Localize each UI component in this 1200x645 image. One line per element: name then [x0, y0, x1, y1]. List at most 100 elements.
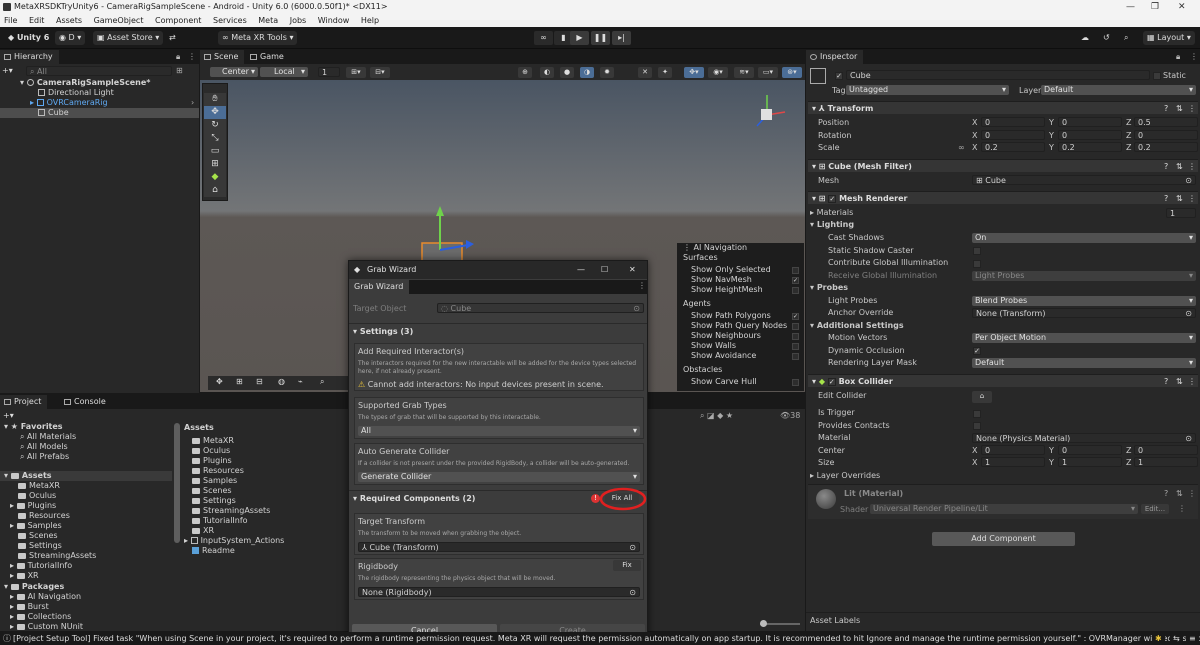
account-dropdown[interactable]: ◉ D ▾ [55, 31, 86, 45]
zoom-slider-thumb[interactable] [760, 620, 767, 627]
dialog-more-icon[interactable]: ⋮ [638, 281, 646, 290]
menu-help[interactable]: Help [361, 16, 379, 25]
component-help-icon[interactable]: ? [1164, 102, 1168, 115]
status-bar[interactable]: ⓘ [Project Setup Tool] Fixed task "When … [0, 632, 1200, 645]
meta-xr-tools-button[interactable]: ∞ Meta XR Tools ▾ [218, 31, 298, 45]
nav-show-neighbours-checkbox[interactable] [792, 333, 799, 340]
box-collider-header[interactable]: ▾ ◆ ✓ Box Collider? ⇅ ⋮ [808, 374, 1198, 387]
favorites-header[interactable]: ▾ ★ Favorites [4, 422, 63, 432]
hand-tool-icon[interactable]: ✋︎ [204, 93, 226, 106]
dialog-close-icon[interactable]: ✕ [629, 261, 636, 279]
overlay-move-icon[interactable]: ✥ [216, 377, 223, 386]
create-asset-button[interactable]: +▾ [3, 411, 14, 420]
physics-material-field[interactable]: None (Physics Material) ⊙ [972, 433, 1196, 443]
nav-show-navmesh-checkbox[interactable]: ✓ [792, 277, 799, 284]
component-menu-icon[interactable]: ⋮ [1188, 102, 1196, 115]
inspector-menu-icon[interactable]: ⋮ [1190, 52, 1198, 61]
box-collider-enabled-checkbox[interactable]: ✓ [827, 377, 836, 386]
overlay-orbit-icon[interactable]: ◍ [278, 377, 285, 386]
asset-store-button[interactable]: ▣ Asset Store ▾ [93, 31, 164, 45]
position-z-field[interactable]: 0.5 [1134, 117, 1198, 127]
object-picker-icon[interactable]: ⊙ [633, 304, 640, 314]
required-components-header[interactable]: ▾ Required Components (2) [353, 494, 475, 503]
inspector-lock-icon[interactable]: 🔒︎ [1176, 52, 1180, 62]
tree-folder-scenes[interactable]: Scenes [18, 531, 58, 541]
contribute-gi-checkbox[interactable] [973, 259, 981, 268]
light-probes-dropdown[interactable]: Blend Probes [972, 296, 1196, 306]
asset-folder-xr[interactable]: XR [192, 526, 214, 536]
move-tool-icon[interactable]: ✥ [204, 106, 226, 119]
layout-dropdown[interactable]: ▦ Layout ▾ [1143, 31, 1195, 45]
component-help-icon[interactable]: ? [1164, 160, 1168, 173]
tree-folder-tutorialinfo[interactable]: ▸ TutorialInfo [10, 561, 72, 571]
position-y-field[interactable]: 0 [1058, 117, 1122, 127]
settings-header[interactable]: ▾ Settings (3) [353, 327, 413, 336]
grid-snap-icon[interactable]: ⊞▾ [346, 67, 366, 78]
object-picker-icon[interactable]: ⊙ [629, 543, 636, 553]
effects-icon[interactable]: ✹ [600, 67, 614, 78]
more-menu-icon[interactable]: ⋮ [188, 52, 196, 61]
asset-inputsystem-actions[interactable]: ▸ InputSystem_Actions [184, 536, 284, 546]
component-preset-icon[interactable]: ⇅ [1176, 160, 1183, 173]
center-y-field[interactable]: 0 [1058, 445, 1122, 455]
scale-z-field[interactable]: 0.2 [1134, 142, 1198, 152]
tree-folder-plugins[interactable]: ▸ Plugins [10, 501, 56, 511]
asset-folder-samples[interactable]: Samples [192, 476, 237, 486]
tab-scene[interactable]: Scene [200, 50, 245, 64]
unity-account-button[interactable]: ◆ Unity 6 [4, 31, 53, 45]
overlay-grid-icon[interactable]: ⊞ [236, 377, 243, 386]
bug-icon[interactable]: ✱ [1152, 632, 1165, 645]
hidden-packages-count[interactable]: 👁︎38 [780, 411, 800, 420]
layers-icon[interactable]: ≋▾ [734, 67, 754, 78]
scale-x-field[interactable]: 0.2 [981, 142, 1045, 152]
center-icon[interactable]: ⊕ [518, 67, 532, 78]
rotation-z-field[interactable]: 0 [1134, 130, 1198, 140]
tab-game[interactable]: Game [246, 50, 290, 64]
asset-folder-oculus[interactable]: Oculus [192, 446, 230, 456]
assets-breadcrumb[interactable]: Assets [184, 423, 214, 433]
size-x-field[interactable]: 1 [981, 457, 1045, 467]
scale-y-field[interactable]: 0.2 [1058, 142, 1122, 152]
tree-scrollbar[interactable] [174, 423, 180, 543]
nav-show-heightmesh-checkbox[interactable] [792, 287, 799, 294]
grab-types-dropdown[interactable]: All [358, 426, 640, 436]
asset-readme[interactable]: Readme [192, 546, 235, 556]
mesh-field[interactable]: ⊞ Cube ⊙ [972, 175, 1196, 185]
cloud-icon[interactable]: ☁ [1077, 31, 1093, 45]
nav-show-path-query-nodes-checkbox[interactable] [792, 323, 799, 330]
tab-inspector[interactable]: Inspector [806, 50, 864, 64]
tab-console[interactable]: Console [60, 395, 112, 409]
tab-hierarchy[interactable]: Hierarchy [0, 50, 59, 64]
custom-tool-icon[interactable]: ◆ [204, 171, 226, 184]
tag-dropdown[interactable]: Untagged [846, 85, 1009, 95]
mesh-filter-header[interactable]: ▾ ⊞ Cube (Mesh Filter)? ⇅ ⋮ [808, 159, 1198, 172]
add-component-button[interactable]: Add Component [932, 532, 1075, 546]
lock-icon[interactable]: 🔒︎ [176, 52, 180, 62]
menu-services[interactable]: Services [213, 16, 247, 25]
shaded-icon[interactable]: ◐ [540, 67, 554, 78]
center-x-field[interactable]: 0 [981, 445, 1045, 455]
search-by-type-icon[interactable]: ⌕ ◪ ◆ ★ [700, 411, 733, 421]
space-dropdown[interactable]: Local [260, 67, 308, 77]
transform-header[interactable]: ▾ ⅄ Transform? ⇅ ⋮ [808, 101, 1198, 114]
hierarchy-item-directional-light[interactable]: Directional Light [38, 88, 114, 98]
materials-count-field[interactable]: 1 [1166, 208, 1196, 218]
version-control-icon[interactable]: ⇄ [165, 31, 180, 45]
assets-root[interactable]: ▾ Assets [0, 471, 172, 481]
edit-collider-button[interactable]: ⌂ [972, 391, 992, 403]
material-menu-icon[interactable]: ⋮ [1188, 489, 1196, 498]
component-menu-icon[interactable]: ⋮ [1188, 160, 1196, 173]
camera-icon[interactable]: ▭▾ [758, 67, 778, 78]
motion-vectors-dropdown[interactable]: Per Object Motion [972, 333, 1196, 343]
gizmos-dropdown-icon[interactable]: ⊛▾ [782, 67, 802, 78]
cast-shadows-dropdown[interactable]: On [972, 233, 1196, 243]
rotation-x-field[interactable]: 0 [981, 130, 1045, 140]
close-window-button[interactable]: ✕ [1178, 0, 1186, 14]
package-custom-nunit[interactable]: ▸ Custom NUnit [10, 622, 83, 632]
draw-mode-icon[interactable]: ◑ [580, 67, 594, 78]
is-trigger-checkbox[interactable] [973, 409, 981, 418]
scale-tool-icon[interactable]: ⤡ [204, 132, 226, 145]
dynamic-occlusion-checkbox[interactable]: ✓ [973, 346, 981, 355]
asset-folder-resources[interactable]: Resources [192, 466, 244, 476]
component-preset-icon[interactable]: ⇅ [1176, 192, 1183, 205]
